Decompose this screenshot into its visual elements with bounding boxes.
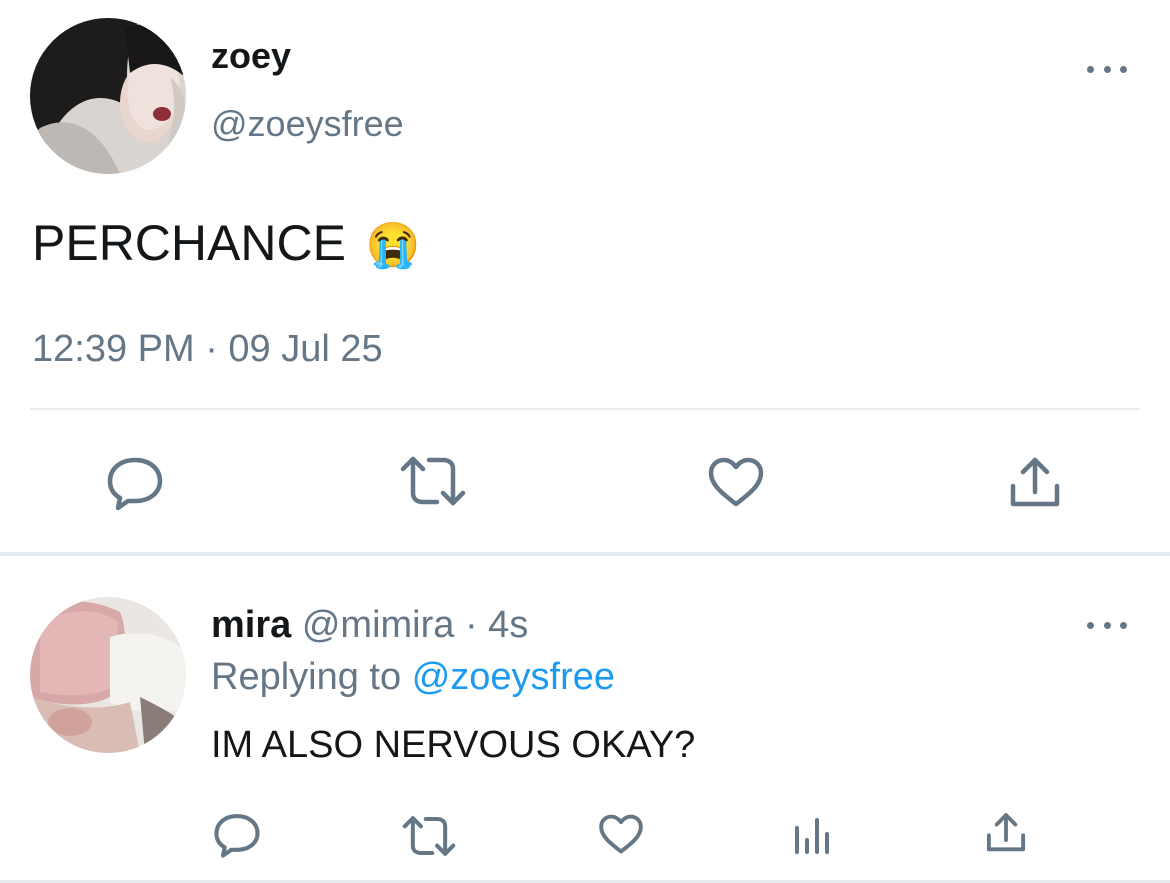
share-icon[interactable]: [984, 812, 1028, 854]
tweet-author-name[interactable]: zoey: [211, 36, 291, 76]
retweet-icon[interactable]: [401, 815, 457, 857]
reply-author-name[interactable]: mira: [211, 604, 291, 646]
avatar-photo-icon: [30, 18, 186, 174]
analytics-icon[interactable]: [793, 812, 831, 856]
reply-author-handle[interactable]: @mimira: [302, 604, 455, 646]
replying-to-line: Replying to @zoeysfree: [211, 656, 615, 698]
avatar-photo-icon: [30, 597, 186, 753]
reply-more-options-icon[interactable]: [1087, 615, 1127, 635]
replying-to-prefix: Replying to: [211, 656, 402, 698]
reply-time[interactable]: · 4s: [465, 604, 528, 646]
share-icon[interactable]: [1007, 456, 1063, 510]
reply-text: IM ALSO NERVOUS OKAY?: [211, 724, 696, 766]
retweet-icon[interactable]: [399, 455, 467, 507]
tweet-more-options-icon[interactable]: [1087, 59, 1127, 79]
tweet-text: PERCHANCE: [32, 215, 346, 271]
reply-icon[interactable]: [106, 455, 164, 511]
section-divider: [0, 552, 1170, 556]
like-icon[interactable]: [707, 456, 765, 508]
reply-author-avatar[interactable]: [30, 597, 186, 753]
replying-to-handle[interactable]: @zoeysfree: [412, 656, 615, 698]
tweet-timestamp[interactable]: 12:39 PM · 09 Jul 25: [32, 328, 383, 370]
tweet-author-avatar[interactable]: [30, 18, 186, 174]
reply-header: mira @mimira · 4s: [211, 604, 528, 646]
tweet-divider: [30, 408, 1140, 410]
tweet-text-row: PERCHANCE 😭: [32, 215, 421, 274]
tweet-author-handle[interactable]: @zoeysfree: [211, 104, 404, 144]
like-icon[interactable]: [598, 813, 644, 855]
crying-face-emoji: 😭: [365, 221, 421, 270]
reply-icon[interactable]: [213, 812, 261, 858]
